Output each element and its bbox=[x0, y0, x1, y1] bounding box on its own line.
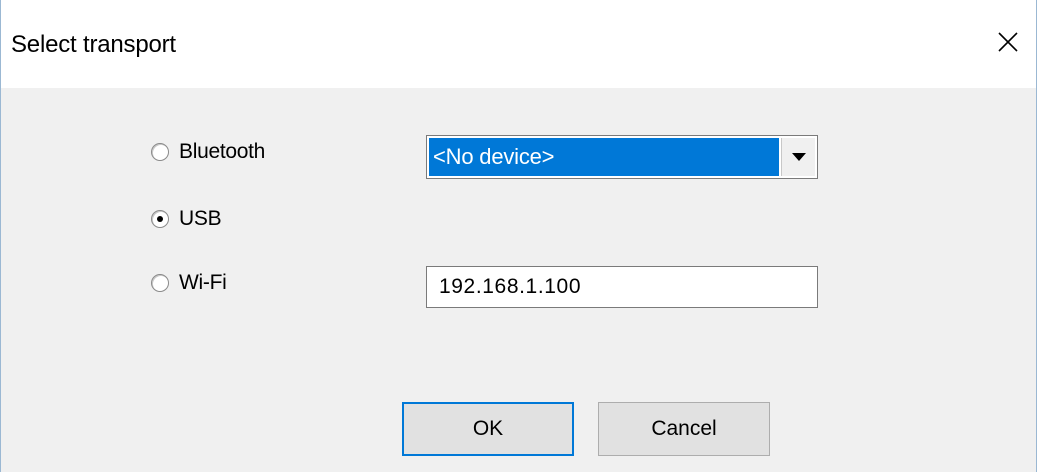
dialog-body: Bluetooth USB Wi-Fi <No device> OK Cance… bbox=[1, 88, 1036, 472]
title-bar: Select transport bbox=[1, 0, 1036, 88]
radio-wifi-circle[interactable] bbox=[151, 274, 169, 292]
radio-bluetooth-circle[interactable] bbox=[151, 143, 169, 161]
close-button[interactable] bbox=[980, 14, 1036, 70]
radio-usb-circle[interactable] bbox=[151, 210, 169, 228]
radio-bluetooth-label: Bluetooth bbox=[179, 140, 266, 163]
radio-usb[interactable]: USB bbox=[151, 207, 222, 231]
dialog-title: Select transport bbox=[11, 31, 176, 58]
dropdown-arrow-button[interactable] bbox=[781, 138, 815, 176]
ok-button[interactable]: OK bbox=[402, 402, 574, 456]
radio-usb-label: USB bbox=[179, 207, 222, 230]
device-dropdown-value: <No device> bbox=[429, 138, 779, 176]
chevron-down-icon bbox=[791, 152, 806, 161]
device-dropdown[interactable]: <No device> bbox=[426, 135, 818, 179]
close-icon bbox=[998, 32, 1018, 52]
wifi-address-input[interactable] bbox=[426, 266, 818, 308]
radio-wifi-label: Wi-Fi bbox=[179, 271, 227, 294]
radio-bluetooth[interactable]: Bluetooth bbox=[151, 140, 265, 164]
radio-wifi[interactable]: Wi-Fi bbox=[151, 271, 227, 295]
cancel-button[interactable]: Cancel bbox=[598, 402, 770, 456]
select-transport-dialog: Select transport Bluetooth USB Wi-Fi <No… bbox=[0, 0, 1037, 472]
